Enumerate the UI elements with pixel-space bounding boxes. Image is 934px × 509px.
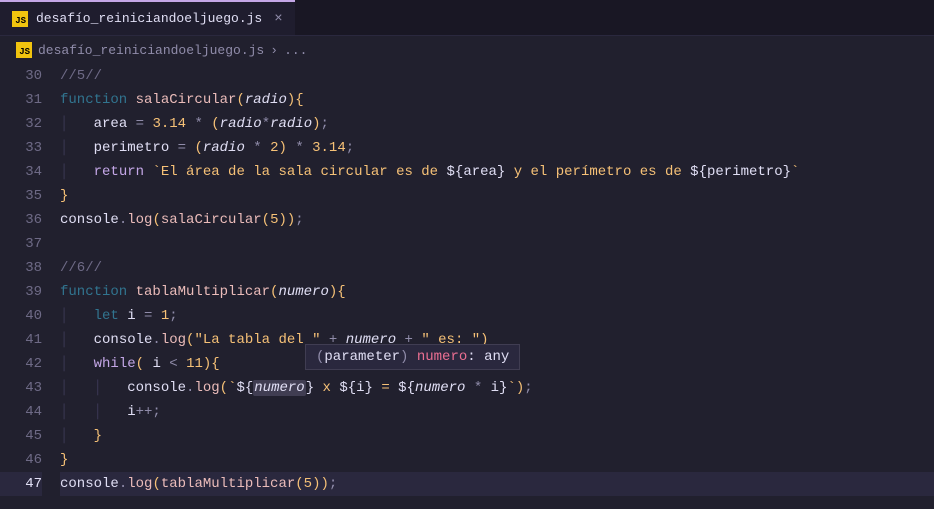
line-number: 34 bbox=[0, 160, 42, 184]
js-file-icon: JS bbox=[16, 42, 32, 58]
code-line: function tablaMultiplicar(numero){ bbox=[60, 280, 934, 304]
tab-bar: JS desafío_reiniciandoeljuego.js × bbox=[0, 0, 934, 36]
code-line: │ let i = 1; bbox=[60, 304, 934, 328]
code-line: console.log(tablaMultiplicar(5)); bbox=[60, 472, 934, 496]
code-line: │ return `El área de la sala circular es… bbox=[60, 160, 934, 184]
line-number: 36 bbox=[0, 208, 42, 232]
code-line: } bbox=[60, 448, 934, 472]
code-area[interactable]: //5// function salaCircular(radio){ │ ar… bbox=[60, 64, 934, 496]
line-number: 43 bbox=[0, 376, 42, 400]
code-line: console.log(salaCircular(5)); bbox=[60, 208, 934, 232]
line-number: 39 bbox=[0, 280, 42, 304]
code-line: } bbox=[60, 184, 934, 208]
line-number-gutter: 30 31 32 33 34 35 36 37 38 39 40 41 42 4… bbox=[0, 64, 60, 496]
line-number: 35 bbox=[0, 184, 42, 208]
code-line: function salaCircular(radio){ bbox=[60, 88, 934, 112]
line-number: 46 bbox=[0, 448, 42, 472]
code-line: //5// bbox=[60, 64, 934, 88]
line-number: 41 bbox=[0, 328, 42, 352]
code-line: │ area = 3.14 * (radio*radio); bbox=[60, 112, 934, 136]
code-line: │ │ i++; bbox=[60, 400, 934, 424]
code-line: │ │ console.log(`${numero} x ${i} = ${nu… bbox=[60, 376, 934, 400]
line-number: 31 bbox=[0, 88, 42, 112]
line-number: 33 bbox=[0, 136, 42, 160]
tab-filename: desafío_reiniciandoeljuego.js bbox=[36, 11, 262, 26]
line-number: 47 bbox=[0, 472, 42, 496]
editor-tab[interactable]: JS desafío_reiniciandoeljuego.js × bbox=[0, 0, 295, 35]
breadcrumb[interactable]: JS desafío_reiniciandoeljuego.js › ... bbox=[0, 36, 934, 64]
code-line: │ } bbox=[60, 424, 934, 448]
code-editor[interactable]: 30 31 32 33 34 35 36 37 38 39 40 41 42 4… bbox=[0, 64, 934, 496]
line-number: 42 bbox=[0, 352, 42, 376]
breadcrumb-filename: desafío_reiniciandoeljuego.js bbox=[38, 43, 264, 58]
breadcrumb-more: ... bbox=[284, 43, 307, 58]
js-file-icon: JS bbox=[12, 11, 28, 27]
line-number: 32 bbox=[0, 112, 42, 136]
line-number: 45 bbox=[0, 424, 42, 448]
line-number: 37 bbox=[0, 232, 42, 256]
line-number: 30 bbox=[0, 64, 42, 88]
code-line bbox=[60, 232, 934, 256]
line-number: 38 bbox=[0, 256, 42, 280]
close-icon[interactable]: × bbox=[274, 11, 282, 27]
chevron-right-icon: › bbox=[270, 43, 278, 58]
line-number: 44 bbox=[0, 400, 42, 424]
line-number: 40 bbox=[0, 304, 42, 328]
code-line: //6// bbox=[60, 256, 934, 280]
intellisense-tooltip: (parameter) numero: any bbox=[305, 344, 520, 370]
code-line: │ perimetro = (radio * 2) * 3.14; bbox=[60, 136, 934, 160]
